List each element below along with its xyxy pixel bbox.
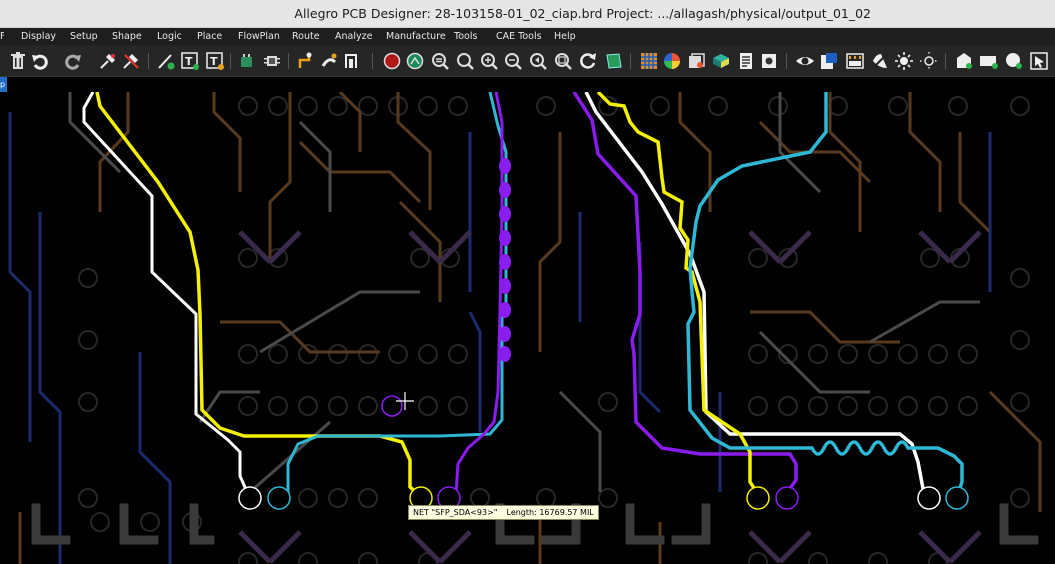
component-icon[interactable]	[954, 50, 974, 71]
pin-icon[interactable]	[98, 50, 118, 71]
color-icon[interactable]	[662, 50, 682, 71]
chip-icon[interactable]	[262, 50, 282, 71]
drc-circle-icon[interactable]	[382, 50, 402, 71]
tooltip-length: Length: 16769.57 MIL	[506, 508, 594, 517]
hover-via[interactable]	[381, 395, 403, 417]
svg-text:T: T	[185, 55, 193, 68]
shape-icon[interactable]	[604, 50, 624, 71]
net-trace-white-right[interactable]	[584, 92, 926, 495]
toolbar-separator	[630, 53, 631, 69]
brown-traces	[18, 92, 1042, 564]
grid-icon[interactable]	[639, 50, 659, 71]
zoom-world-icon[interactable]	[430, 50, 450, 71]
toolbar-separator	[786, 53, 787, 69]
delete-icon[interactable]	[8, 50, 28, 71]
menu-item-setup[interactable]: Setup	[70, 28, 98, 45]
measure-icon[interactable]	[1004, 50, 1024, 71]
edit-text-icon[interactable]: T	[205, 50, 225, 71]
select-icon[interactable]	[1029, 50, 1049, 71]
toolbar-separator	[230, 53, 231, 69]
shade-icon[interactable]	[870, 50, 890, 71]
zoom-sheet-icon[interactable]	[553, 50, 573, 71]
menu-item-cae-tools[interactable]: CAE Tools	[496, 28, 542, 45]
visibility-icon[interactable]	[795, 50, 815, 71]
unpin-icon[interactable]	[121, 50, 141, 71]
dehighlight-icon[interactable]	[919, 50, 939, 71]
toolbar-separator	[372, 53, 373, 69]
redraw-icon[interactable]	[578, 50, 598, 71]
add-text-icon[interactable]: T	[180, 50, 200, 71]
side-panel-tab[interactable]: p	[0, 77, 7, 92]
tooltip-net-name: NET "SFP_SDA<93>"	[413, 508, 498, 517]
zoom-previous-icon[interactable]	[528, 50, 548, 71]
toolbar-separator	[945, 53, 946, 69]
menu-item-help[interactable]: Help	[554, 28, 576, 45]
add-line-icon[interactable]	[156, 50, 176, 71]
slide-icon[interactable]	[319, 50, 339, 71]
pad-cyan-left[interactable]	[267, 486, 291, 510]
menu-item-place[interactable]: Place	[197, 28, 222, 45]
zoom-icon[interactable]	[455, 50, 475, 71]
pad-white-left[interactable]	[238, 486, 262, 510]
display-icon[interactable]	[979, 50, 999, 71]
pad-purple-right[interactable]	[775, 486, 799, 510]
board-view[interactable]	[0, 92, 1055, 564]
menu-item-file-clipped[interactable]: F	[0, 28, 4, 45]
swap-icon[interactable]	[341, 50, 361, 71]
pin-escape-traces	[238, 230, 982, 564]
redo-icon[interactable]	[63, 50, 83, 71]
undo-icon[interactable]	[30, 50, 50, 71]
purple-tuning-beads	[499, 158, 511, 362]
menu-item-logic[interactable]: Logic	[157, 28, 182, 45]
menu-item-manufacture[interactable]: Manufacture	[386, 28, 446, 45]
report-icon[interactable]	[736, 50, 756, 71]
pad-white-right[interactable]	[917, 486, 941, 510]
menu-item-analyze[interactable]: Analyze	[335, 28, 372, 45]
window-title: Allegro PCB Designer: 28-103158-01_02_ci…	[294, 6, 871, 21]
menu-item-display[interactable]: Display	[21, 28, 56, 45]
pad-cyan-right[interactable]	[945, 486, 969, 510]
place-component-icon[interactable]	[237, 50, 257, 71]
add-connect-icon[interactable]	[296, 50, 316, 71]
via-grid	[78, 96, 1030, 564]
menu-bar: F Display Setup Shape Logic Place FlowPl…	[0, 28, 1055, 45]
zoom-in-icon[interactable]	[479, 50, 499, 71]
property-icon[interactable]	[759, 50, 779, 71]
title-bar: Allegro PCB Designer: 28-103158-01_02_ci…	[0, 0, 1055, 28]
zoom-out-icon[interactable]	[503, 50, 523, 71]
zoom-fit-icon[interactable]	[405, 50, 425, 71]
toolbar: T T	[0, 45, 1055, 77]
toolbar-separator	[148, 53, 149, 69]
highlight-icon[interactable]	[894, 50, 914, 71]
3d-icon[interactable]	[711, 50, 731, 71]
toolbar-separator	[288, 53, 289, 69]
film-icon[interactable]	[819, 50, 839, 71]
menu-item-shape[interactable]: Shape	[112, 28, 142, 45]
layer-icon[interactable]	[686, 50, 706, 71]
svg-text:T: T	[210, 55, 218, 68]
menu-item-flowplan[interactable]: FlowPlan	[238, 28, 280, 45]
menu-item-route[interactable]: Route	[292, 28, 320, 45]
pad-yellow-right[interactable]	[746, 486, 770, 510]
cross-section-icon[interactable]	[845, 50, 865, 71]
menu-item-tools[interactable]: Tools	[454, 28, 477, 45]
gray-traces	[68, 92, 980, 494]
pcb-canvas[interactable]: NET "SFP_SDA<93>" Length: 16769.57 MIL	[0, 92, 1055, 564]
net-tooltip: NET "SFP_SDA<93>" Length: 16769.57 MIL	[408, 505, 599, 520]
